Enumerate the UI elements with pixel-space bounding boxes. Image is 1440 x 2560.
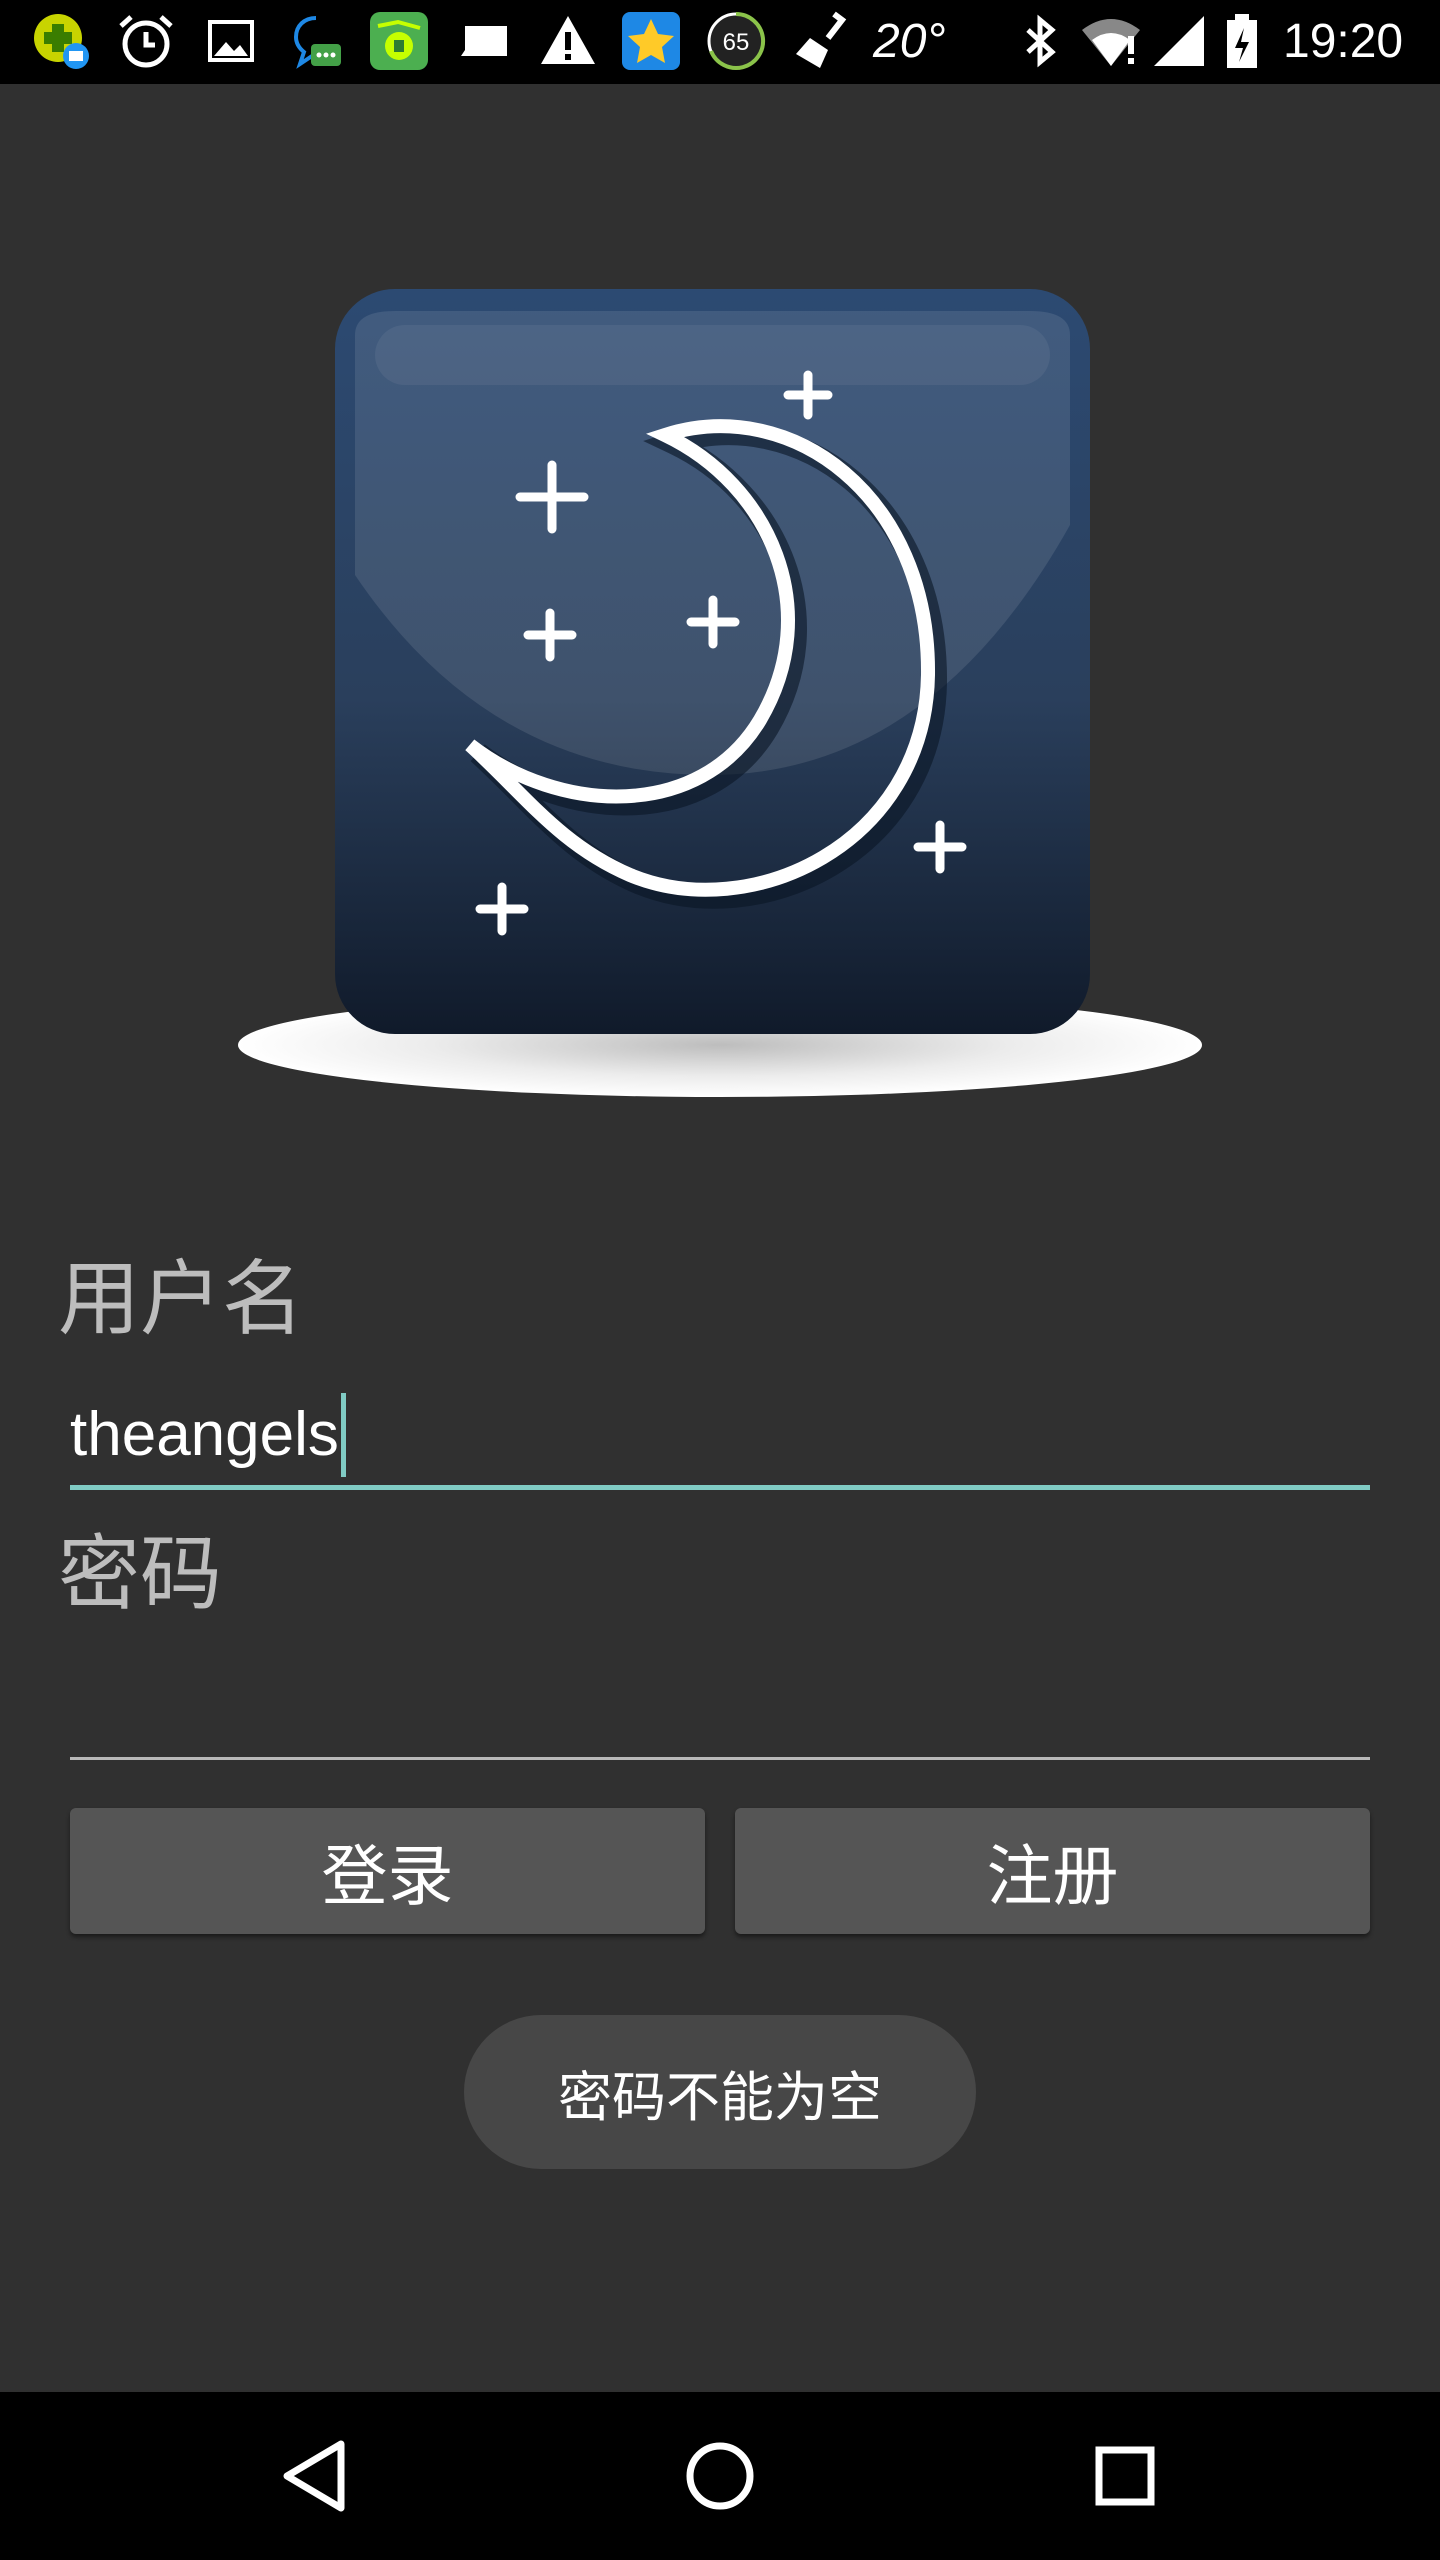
green-app-icon xyxy=(370,12,428,70)
register-button-label: 注册 xyxy=(986,1838,1119,1915)
circle-65-icon: 65 xyxy=(707,11,766,70)
login-button[interactable]: 登录 xyxy=(70,1808,705,1934)
navigation-bar xyxy=(0,2392,1440,2560)
rectangle-message-icon xyxy=(461,26,507,56)
wifi-icon xyxy=(1082,19,1140,66)
signal-icon xyxy=(1154,16,1204,66)
back-icon[interactable] xyxy=(265,2426,365,2526)
username-value: theangels xyxy=(70,1400,339,1469)
battery-icon xyxy=(1227,14,1257,68)
image-icon xyxy=(208,20,254,62)
svg-text:65: 65 xyxy=(723,29,750,56)
password-underline xyxy=(70,1757,1370,1760)
chat-bubble-icon xyxy=(293,16,341,69)
username-label: 用户名 xyxy=(58,1252,305,1347)
star-app-icon xyxy=(622,12,680,70)
register-button[interactable]: 注册 xyxy=(735,1808,1370,1934)
password-label: 密码 xyxy=(58,1527,223,1622)
username-input[interactable]: theangels xyxy=(70,1380,1370,1490)
text-cursor xyxy=(340,1392,346,1477)
login-button-label: 登录 xyxy=(321,1838,454,1915)
app-badge-icon xyxy=(34,14,89,69)
home-icon[interactable] xyxy=(670,2426,770,2526)
toast-message: 密码不能为空 xyxy=(464,2015,976,2169)
recents-icon[interactable] xyxy=(1075,2426,1175,2526)
bluetooth-icon xyxy=(1026,14,1056,68)
warning-icon xyxy=(541,16,595,64)
toast-text: 密码不能为空 xyxy=(558,2065,882,2129)
status-bar: 65 20° 19:20 xyxy=(0,0,1440,84)
temperature-text: 20° xyxy=(873,15,946,68)
app-logo xyxy=(238,289,1202,1097)
clock-text: 19:20 xyxy=(1283,15,1404,68)
username-underline xyxy=(70,1485,1370,1490)
password-input[interactable] xyxy=(70,1650,1370,1760)
alarm-clock-icon xyxy=(119,15,173,68)
broom-icon xyxy=(796,11,847,68)
